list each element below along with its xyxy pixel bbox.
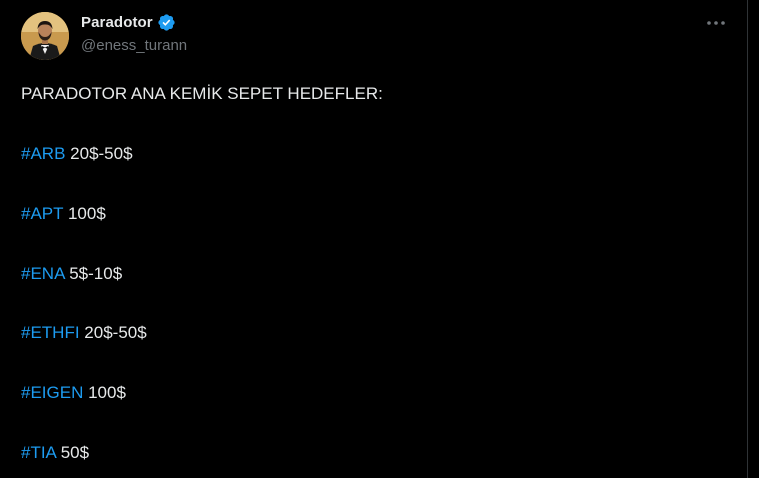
verified-badge-icon — [157, 13, 176, 32]
hashtag-link[interactable]: #ENA — [21, 264, 64, 283]
tweet-card[interactable]: Paradotor @eness_turann PARADOTOR ANA KE… — [0, 0, 747, 478]
hashtag-link[interactable]: #APT — [21, 204, 63, 223]
target-line: #ETHFI 20$-50$ — [21, 323, 147, 343]
author-handle[interactable]: @eness_turann — [81, 37, 187, 54]
scrollbar[interactable] — [749, 0, 759, 478]
target-line: #TIA 50$ — [21, 443, 89, 463]
target-value: 20$-50$ — [70, 144, 133, 163]
target-value: 100$ — [88, 383, 126, 402]
profile-photo-icon — [21, 12, 69, 60]
more-horizontal-icon — [707, 21, 725, 25]
author-name-row[interactable]: Paradotor — [81, 12, 176, 32]
hashtag-link[interactable]: #TIA — [21, 443, 56, 462]
more-options-button[interactable] — [704, 13, 728, 33]
hashtag-link[interactable]: #EIGEN — [21, 383, 83, 402]
author-display-name[interactable]: Paradotor — [81, 14, 153, 31]
target-value: 20$-50$ — [84, 323, 147, 342]
hashtag-link[interactable]: #ETHFI — [21, 323, 80, 342]
column-divider — [747, 0, 748, 478]
target-value: 100$ — [67, 204, 106, 223]
target-value: 5$-10$ — [69, 264, 123, 283]
target-line: #ARB 20$-50$ — [21, 144, 133, 164]
target-line: #EIGEN 100$ — [21, 383, 126, 403]
avatar[interactable] — [21, 12, 69, 60]
target-line: #ENA 5$-10$ — [21, 264, 122, 284]
hashtag-link[interactable]: #ARB — [21, 144, 65, 163]
target-value: 50$ — [60, 443, 90, 462]
tweet-headline: PARADOTOR ANA KEMİK SEPET HEDEFLER: — [21, 84, 383, 103]
target-line: #APT 100$ — [21, 204, 106, 224]
